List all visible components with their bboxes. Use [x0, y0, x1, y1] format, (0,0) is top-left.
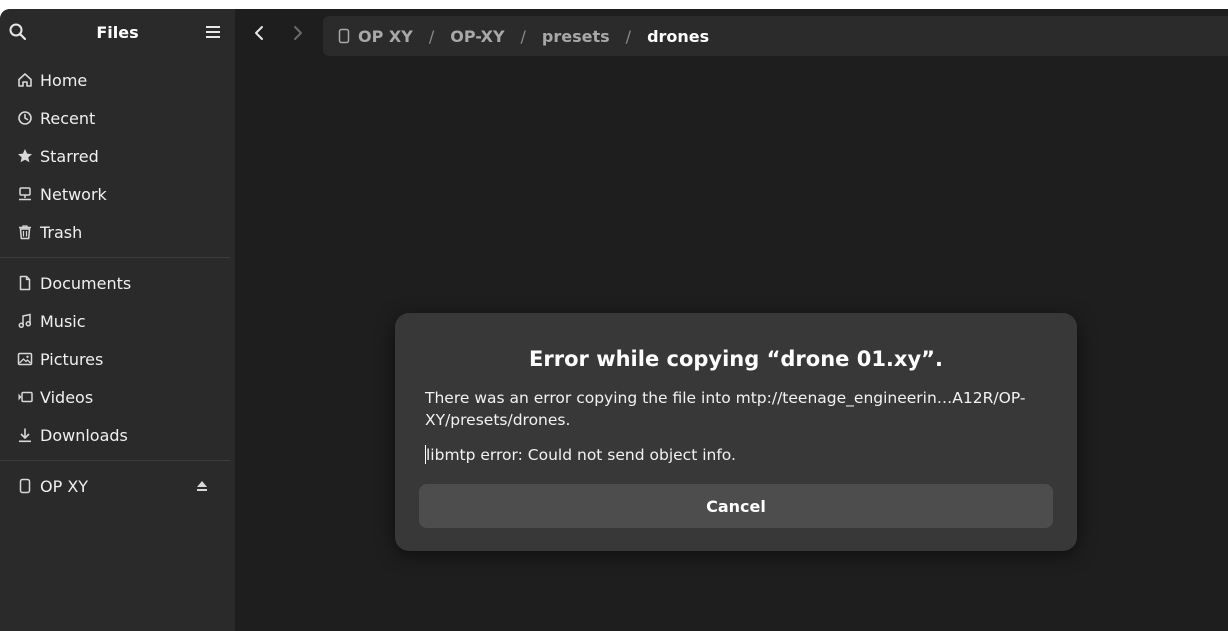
sidebar-title: Files [96, 23, 139, 42]
sidebar-item-starred[interactable]: Starred [8, 139, 228, 173]
breadcrumb-separator: / [428, 26, 435, 46]
sidebar-item-label: Videos [40, 387, 94, 407]
files-window: Files Home Recent Starred Network Trash … [0, 9, 1228, 631]
sidebar-item-videos[interactable]: Videos [8, 380, 228, 414]
clock-icon [16, 109, 34, 127]
dialog-detail: libmtp error: Could not send object info… [425, 444, 1055, 466]
sidebar-item-label: Recent [40, 108, 96, 128]
sidebar-header: Files [0, 9, 235, 56]
sidebar-item-trash[interactable]: Trash [8, 215, 228, 249]
music-icon [16, 312, 34, 330]
sidebar-separator [0, 460, 230, 461]
document-icon [16, 274, 34, 292]
sidebar-item-recent[interactable]: Recent [8, 101, 228, 135]
back-icon[interactable] [247, 21, 271, 45]
sidebar-item-documents[interactable]: Documents [8, 266, 228, 300]
sidebar: Files Home Recent Starred Network Trash … [0, 9, 235, 631]
eject-icon[interactable] [194, 478, 210, 494]
sidebar-item-music[interactable]: Music [8, 304, 228, 338]
sidebar-item-home[interactable]: Home [8, 63, 228, 97]
sidebar-item-network[interactable]: Network [8, 177, 228, 211]
breadcrumb-separator: / [520, 26, 526, 46]
dialog-detail-text[interactable]: libmtp error: Could not send object info… [426, 446, 736, 464]
error-dialog: Error while copying “drone 01.xy”. There… [395, 313, 1077, 551]
dialog-heading: Error while copying “drone 01.xy”. [529, 347, 943, 371]
hamburger-menu-icon[interactable] [203, 22, 223, 42]
sidebar-item-label: Downloads [40, 425, 128, 445]
breadcrumb-separator: / [625, 26, 632, 46]
network-icon [16, 185, 34, 203]
download-icon [16, 426, 34, 444]
picture-icon [16, 350, 34, 368]
phone-icon [337, 28, 351, 44]
dialog-body-text: There was an error copying the file into… [425, 389, 1026, 429]
pathbar: OP XY / OP-XY / presets / drones [323, 16, 1228, 56]
cancel-button[interactable]: Cancel [419, 484, 1053, 528]
sidebar-item-label: Home [40, 70, 88, 90]
breadcrumb-drones[interactable]: drones [647, 27, 709, 46]
star-icon [16, 147, 34, 165]
sidebar-item-downloads[interactable]: Downloads [8, 418, 228, 452]
trash-icon [16, 223, 34, 241]
forward-icon[interactable] [286, 21, 310, 45]
sidebar-item-label: Pictures [40, 349, 104, 369]
breadcrumb-op-xy-folder[interactable]: OP-XY [450, 27, 504, 46]
phone-icon [16, 477, 34, 495]
breadcrumb-presets[interactable]: presets [542, 27, 610, 46]
home-icon [16, 71, 34, 89]
sidebar-item-pictures[interactable]: Pictures [8, 342, 228, 376]
breadcrumb-op-xy-device[interactable]: OP XY [358, 27, 413, 46]
sidebar-item-label: Starred [40, 146, 99, 166]
sidebar-item-label: OP XY [40, 476, 89, 496]
sidebar-separator [0, 257, 230, 258]
video-icon [16, 388, 34, 406]
sidebar-item-label: Music [40, 311, 86, 331]
sidebar-item-label: Documents [40, 273, 132, 293]
sidebar-item-label: Trash [40, 222, 83, 242]
sidebar-item-label: Network [40, 184, 107, 204]
